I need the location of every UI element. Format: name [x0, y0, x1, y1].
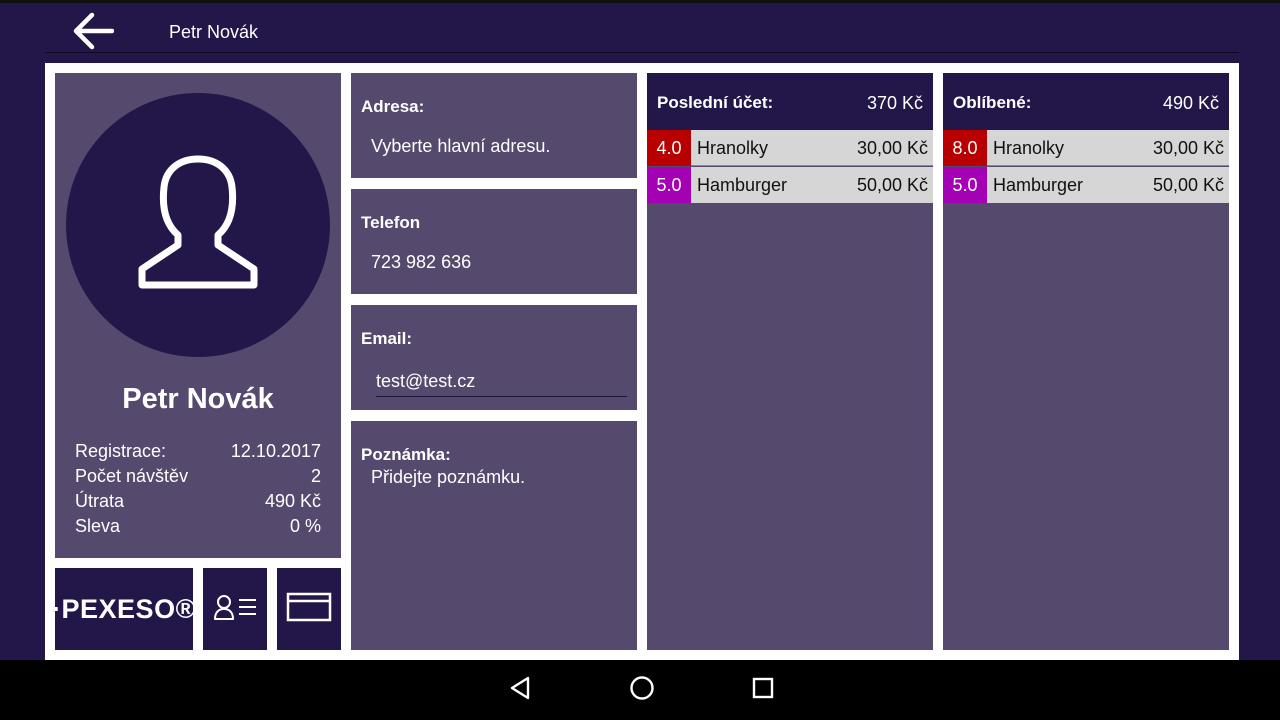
note-panel[interactable]: Poznámka: Přidejte poznámku. — [351, 421, 637, 650]
item-price: 50,00 Kč — [856, 175, 928, 195]
stat-value: 490 Kč — [264, 491, 321, 511]
stat-value: 2 — [310, 466, 321, 486]
profile-card: Petr Novák Registrace: 12.10.2017 Počet … — [55, 73, 341, 558]
nav-home-button[interactable] — [622, 672, 662, 708]
page-title: Petr Novák — [169, 22, 259, 42]
stat-label: Útrata — [75, 491, 125, 511]
item-quantity: 4.0 — [647, 130, 691, 166]
item-quantity: 5.0 — [647, 167, 691, 203]
square-recents-icon — [751, 676, 775, 705]
phone-panel[interactable]: Telefon 723 982 636 — [351, 189, 637, 294]
stat-value: 0 % — [289, 516, 321, 536]
contact-list-icon — [212, 593, 258, 626]
favorites-title: Oblíbené: — [953, 93, 1032, 112]
item-name: Hamburger — [993, 175, 1084, 195]
app-bar: Petr Novák — [45, 3, 1239, 53]
pexeso-logo: ·PEXESO® — [52, 593, 196, 624]
card-button[interactable] — [277, 568, 341, 650]
customer-name: Petr Novák — [122, 383, 274, 415]
person-outline-icon — [134, 153, 262, 298]
address-label: Adresa: — [361, 97, 425, 116]
stat-discount: Sleva 0 % — [75, 516, 321, 537]
last-bill-header: Poslední účet: 370 Kč — [647, 73, 933, 130]
note-label: Poznámka: — [361, 445, 451, 464]
pexeso-logo-button[interactable]: ·PEXESO® — [52, 568, 196, 650]
nav-back-button[interactable] — [500, 672, 540, 708]
stat-label: Počet návštěv — [75, 466, 189, 486]
item-quantity: 8.0 — [943, 130, 987, 166]
item-name: Hamburger — [697, 175, 788, 195]
favorites-total: 490 Kč — [1162, 93, 1219, 113]
item-price: 30,00 Kč — [856, 138, 928, 158]
item-price: 30,00 Kč — [1152, 138, 1224, 158]
stat-spending: Útrata 490 Kč — [75, 491, 321, 512]
triangle-back-icon — [508, 675, 532, 706]
email-panel: Email: — [351, 305, 637, 410]
stat-value: 12.10.2017 — [230, 441, 321, 461]
item-name: Hranolky — [993, 138, 1065, 158]
system-nav-bar — [0, 660, 1280, 720]
address-panel[interactable]: Adresa: Vyberte hlavní adresu. — [351, 73, 637, 178]
last-bill-panel: Poslední účet: 370 Kč 4.0 Hranolky 30,00… — [647, 73, 933, 650]
item-price: 50,00 Kč — [1152, 175, 1224, 195]
phone-value: 723 982 636 — [371, 252, 472, 272]
last-bill-total: 370 Kč — [866, 93, 923, 113]
note-value: Přidejte poznámku. — [371, 467, 526, 487]
credit-card-icon — [286, 592, 332, 627]
circle-home-icon — [629, 675, 655, 706]
stat-label: Sleva — [75, 516, 121, 536]
list-item[interactable]: 5.0 Hamburger 50,00 Kč — [943, 167, 1229, 203]
nav-recents-button[interactable] — [743, 672, 783, 708]
back-button[interactable] — [69, 11, 115, 55]
item-name: Hranolky — [697, 138, 769, 158]
list-item[interactable]: 4.0 Hranolky 30,00 Kč — [647, 130, 933, 166]
phone-label: Telefon — [361, 213, 421, 232]
list-item[interactable]: 8.0 Hranolky 30,00 Kč — [943, 130, 1229, 166]
avatar — [66, 93, 330, 357]
favorites-header: Oblíbené: 490 Kč — [943, 73, 1229, 130]
stat-label: Registrace: — [75, 441, 167, 461]
list-item[interactable]: 5.0 Hamburger 50,00 Kč — [647, 167, 933, 203]
address-value: Vyberte hlavní adresu. — [371, 136, 551, 156]
arrow-left-icon — [70, 11, 115, 56]
last-bill-title: Poslední účet: — [657, 93, 774, 112]
contact-list-button[interactable] — [203, 568, 267, 650]
favorites-panel: Oblíbené: 490 Kč 8.0 Hranolky 30,00 Kč 5… — [943, 73, 1229, 650]
stat-registration: Registrace: 12.10.2017 — [75, 441, 321, 462]
item-quantity: 5.0 — [943, 167, 987, 203]
email-field[interactable] — [376, 367, 627, 397]
main-content: Petr Novák Registrace: 12.10.2017 Počet … — [45, 63, 1239, 660]
email-label: Email: — [361, 329, 413, 348]
stat-visits: Počet návštěv 2 — [75, 466, 321, 487]
